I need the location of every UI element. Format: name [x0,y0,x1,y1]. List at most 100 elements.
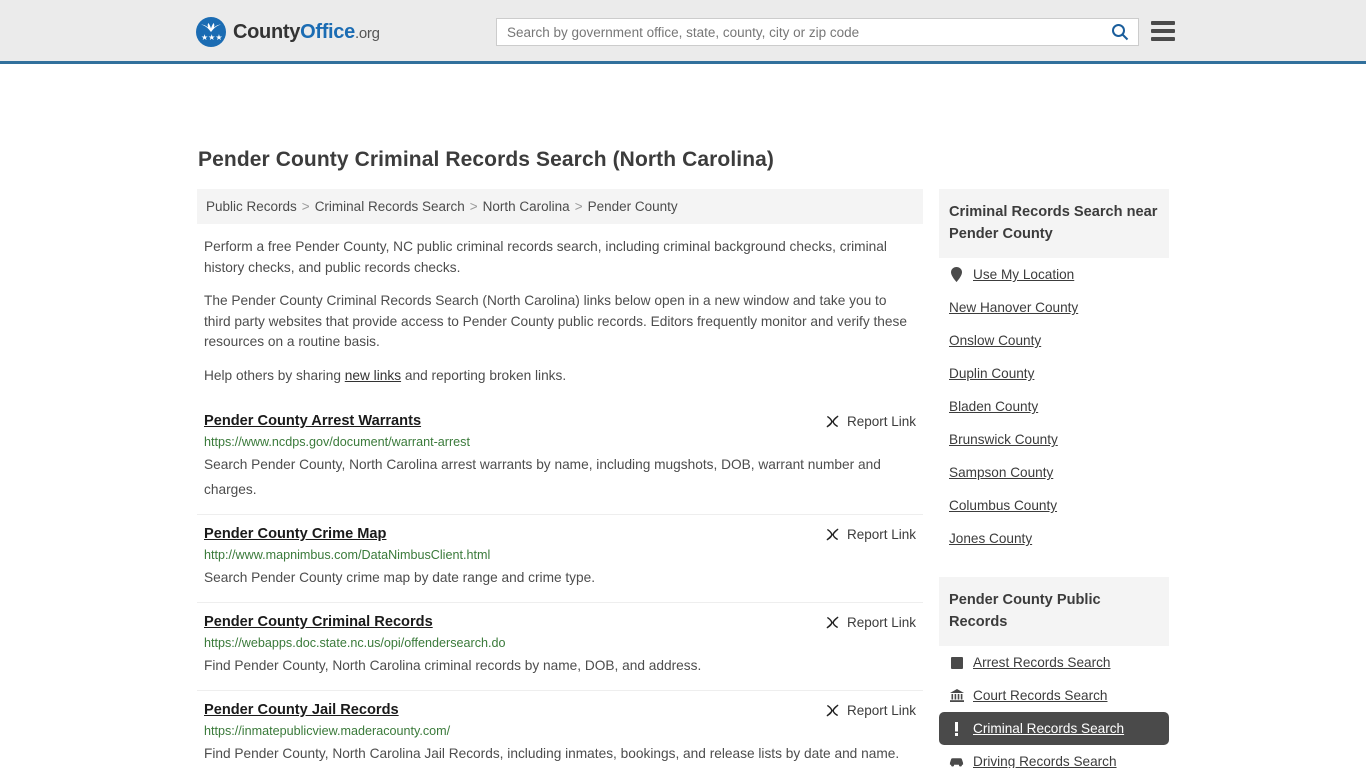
result-header: Pender County Criminal Records Report Li… [204,614,916,630]
search-input[interactable] [497,19,1102,45]
result-url: https://www.ncdps.gov/document/warrant-a… [204,435,470,449]
intro-text-after: and reporting broken links. [401,367,567,383]
report-link-label: Report Link [846,414,916,429]
sidebar-item-jones-county[interactable]: Jones County [939,522,1169,555]
result-url: https://inmatepublicview.maderacounty.co… [204,724,451,738]
result-title-link[interactable]: Pender County Jail Records [204,702,399,718]
county-link[interactable]: Columbus County [949,498,1057,513]
report-link-button[interactable]: Report Link [825,703,916,718]
breadcrumb-item-pender-county[interactable]: Pender County [588,199,678,214]
site-logo[interactable]: ★ ★ ★ CountyOffice.org [196,17,380,47]
report-link-button[interactable]: Report Link [825,414,916,429]
sidebar-item-criminal-records-search[interactable]: Criminal Records Search [939,712,1169,745]
hamburger-bar [1151,29,1175,33]
sidebar: Criminal Records Search near Pender Coun… [939,189,1169,768]
public-record-link[interactable]: Criminal Records Search [973,721,1124,736]
sidebar-nearby-list: Use My Location New Hanover County Onslo… [939,258,1169,555]
results-list: Pender County Arrest Warrants Report Lin… [197,402,923,768]
report-link-label: Report Link [846,527,916,542]
county-link[interactable]: Jones County [949,531,1032,546]
sidebar-item-court-records-search[interactable]: Court Records Search [939,679,1169,712]
result-description: Find Pender County, North Carolina crimi… [204,658,702,673]
logo-text-office: Office [300,20,355,43]
sidebar-item-brunswick-county[interactable]: Brunswick County [939,423,1169,456]
sidebar-item-new-hanover-county[interactable]: New Hanover County [939,291,1169,324]
main-content: Public Records > Criminal Records Search > N… [197,189,923,768]
public-record-link[interactable]: Court Records Search [973,688,1107,703]
result-header: Pender County Arrest Warrants Report Lin… [204,413,916,429]
public-record-link[interactable]: Driving Records Search [973,754,1117,768]
logo-text-org: .org [354,24,380,42]
report-link-button[interactable]: Report Link [825,615,916,630]
result-item: Pender County Crime Map Report Link http… [197,515,923,603]
report-link-label: Report Link [846,703,916,718]
result-description: Search Pender County crime map by date r… [204,570,596,585]
map-pin-icon [949,267,964,282]
result-title-link[interactable]: Pender County Arrest Warrants [204,413,421,429]
use-my-location-link[interactable]: Use My Location [973,267,1074,282]
hamburger-menu-icon[interactable] [1151,21,1175,41]
broken-link-icon [826,415,839,428]
sidebar-item-onslow-county[interactable]: Onslow County [939,324,1169,357]
sidebar-public-records-list: Arrest Records Search Court Records Sear… [939,646,1169,768]
result-description: Search Pender County, North Carolina arr… [204,457,881,497]
intro-paragraph-3: Help others by sharing new links and rep… [197,353,923,387]
courthouse-icon [949,688,964,703]
sidebar-item-arrest-records-search[interactable]: Arrest Records Search [939,646,1169,679]
result-item: Pender County Jail Records Report Link h… [197,691,923,768]
broken-link-icon [826,616,839,629]
result-url: http://www.mapnimbus.com/DataNimbusClien… [204,548,491,562]
breadcrumb-item-criminal-records-search[interactable]: Criminal Records Search [315,199,465,214]
breadcrumb-separator: > [301,199,310,214]
intro-paragraph-1: Perform a free Pender County, NC public … [204,239,887,275]
search-box [496,18,1139,46]
result-item: Pender County Criminal Records Report Li… [197,603,923,691]
result-title-link[interactable]: Pender County Crime Map [204,526,386,542]
sidebar-item-duplin-county[interactable]: Duplin County [939,357,1169,390]
logo-text-county: County [233,20,301,43]
search-icon [1112,24,1129,41]
county-link[interactable]: Onslow County [949,333,1041,348]
sidebar-item-columbus-county[interactable]: Columbus County [939,489,1169,522]
sidebar-item-bladen-county[interactable]: Bladen County [939,390,1169,423]
intro-text-before: Help others by sharing [204,367,345,383]
result-item: Pender County Arrest Warrants Report Lin… [197,402,923,515]
broken-link-icon [826,528,839,541]
result-header: Pender County Crime Map Report Link [204,526,916,542]
sidebar-public-records-heading: Pender County Public Records [939,577,1169,646]
sidebar-item-sampson-county[interactable]: Sampson County [939,456,1169,489]
breadcrumb: Public Records > Criminal Records Search > N… [197,189,923,224]
hamburger-bar [1151,21,1175,25]
report-link-label: Report Link [846,615,916,630]
result-header: Pender County Jail Records Report Link [204,702,916,718]
breadcrumb-item-public-records[interactable]: Public Records [206,199,297,214]
eagle-seal-icon: ★ ★ ★ [196,17,226,47]
new-links-link[interactable]: new links [345,368,401,383]
result-url: https://webapps.doc.state.nc.us/opi/offe… [204,636,506,650]
result-title-link[interactable]: Pender County Criminal Records [204,614,433,630]
car-icon [949,754,964,768]
county-link[interactable]: Brunswick County [949,432,1058,447]
county-link[interactable]: Duplin County [949,366,1034,381]
broken-link-icon [826,704,839,717]
public-record-link[interactable]: Arrest Records Search [973,655,1111,670]
report-link-button[interactable]: Report Link [825,527,916,542]
square-icon [949,655,964,670]
page-title: Pender County Criminal Records Search (N… [198,148,775,171]
exclamation-icon [949,721,964,736]
intro-paragraph-2: The Pender County Criminal Records Searc… [204,293,907,349]
result-description: Find Pender County, North Carolina Jail … [204,746,900,761]
site-header: ★ ★ ★ CountyOffice.org [0,0,1366,64]
county-link[interactable]: New Hanover County [949,300,1078,315]
county-link[interactable]: Bladen County [949,399,1038,414]
logo-text: CountyOffice.org [233,21,380,44]
search-button[interactable] [1102,19,1138,45]
stars-icon: ★ ★ ★ [201,33,223,42]
sidebar-item-use-my-location[interactable]: Use My Location [939,258,1169,291]
breadcrumb-item-north-carolina[interactable]: North Carolina [483,199,570,214]
sidebar-item-driving-records-search[interactable]: Driving Records Search [939,745,1169,768]
county-link[interactable]: Sampson County [949,465,1053,480]
breadcrumb-separator: > [469,199,478,214]
hamburger-bar [1151,37,1175,41]
